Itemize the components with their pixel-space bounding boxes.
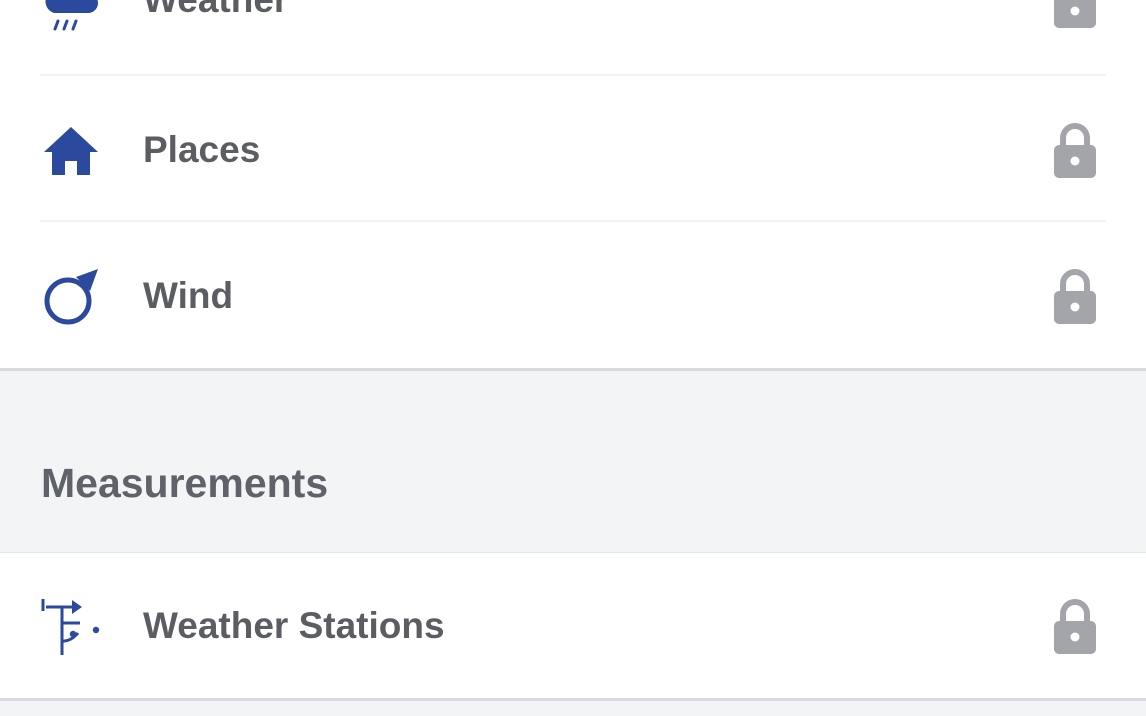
lock-icon [1052, 267, 1098, 325]
list-item-label: Places [143, 129, 261, 170]
lock-icon [1052, 597, 1098, 655]
divider [40, 220, 1106, 222]
list-item-label: Weather [143, 0, 288, 21]
section-title-measurements: Measurements [41, 460, 329, 506]
measurements-list: Weather Stations [0, 552, 1146, 701]
divider [40, 74, 1106, 76]
home-icon [40, 119, 102, 181]
list-item-weather-stations[interactable]: Weather Stations [0, 553, 1146, 698]
list-item-label: Wind [143, 275, 234, 316]
list-item-places[interactable]: Places [0, 78, 1146, 222]
list-item-wind[interactable]: Wind [0, 224, 1146, 368]
lock-icon [1052, 0, 1098, 29]
wind-direction-icon [40, 265, 102, 327]
layer-menu-screen: Weather Places [0, 0, 1146, 716]
weather-station-icon [40, 595, 102, 657]
layers-list: Weather Places [0, 0, 1146, 371]
weather-rain-icon [40, 0, 102, 31]
lock-icon [1052, 121, 1098, 179]
list-item-weather[interactable]: Weather [0, 0, 1146, 72]
list-item-label: Weather Stations [143, 604, 445, 646]
